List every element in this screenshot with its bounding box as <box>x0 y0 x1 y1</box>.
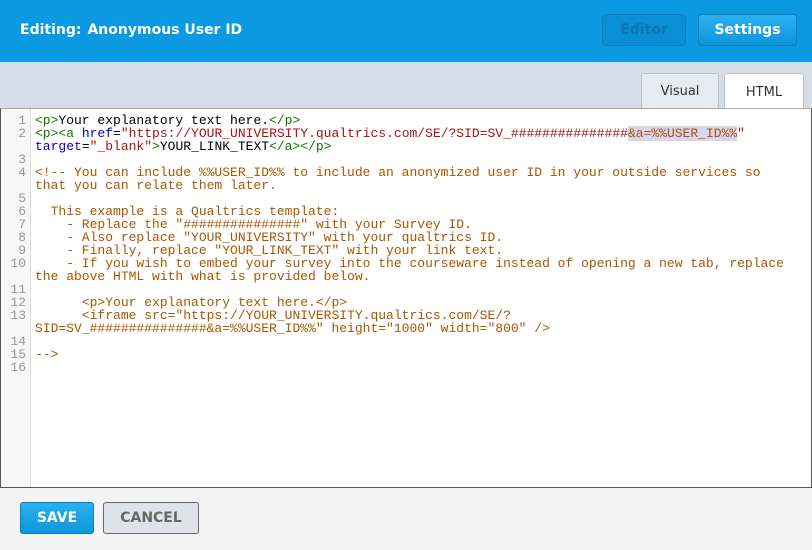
html-code-editor[interactable]: 1 <p>Your explanatory text here.</p> 2 <p><… <box>0 108 812 488</box>
line-number: 4 <box>18 165 26 180</box>
code-token: that you can relate them later. <box>35 178 277 193</box>
save-button[interactable]: SAVE <box>20 502 94 534</box>
code-token: SID=SV_###############&a=%%USER_ID%%" he… <box>35 321 550 336</box>
line-number: 10 <box>10 256 26 271</box>
line-number: 2 <box>18 126 26 141</box>
code-line[interactable]: 15 --> <box>1 348 811 361</box>
editing-label: Editing: <box>20 22 82 38</box>
code-token: > <box>152 139 160 154</box>
code-text: SID=SV_###############&a=%%USER_ID%%" he… <box>35 322 550 335</box>
code-token: " <box>737 126 745 141</box>
code-line[interactable]: 16 <box>1 361 811 374</box>
code-token: target <box>35 139 82 154</box>
code-token: the above HTML with what is provided bel… <box>35 269 371 284</box>
code-token: --> <box>35 347 59 362</box>
code-text: that you can relate them later. <box>35 179 277 192</box>
tab-visual[interactable]: Visual <box>641 73 719 109</box>
code-line[interactable]: that you can relate them later. <box>1 179 811 192</box>
tab-html[interactable]: HTML <box>724 73 804 110</box>
code-text: --> <box>35 348 58 361</box>
editor-button[interactable]: Editor <box>602 14 686 46</box>
code-text: target="_blank">YOUR_LINK_TEXT</a></p> <box>35 140 332 153</box>
line-number: 16 <box>10 360 26 375</box>
item-title: Anonymous User ID <box>87 22 243 38</box>
tab-bar: Visual HTML <box>0 62 812 110</box>
settings-button[interactable]: Settings <box>698 14 797 46</box>
code-token: </a></p> <box>269 139 332 154</box>
code-token: "_blank" <box>89 139 153 154</box>
code-line[interactable]: target="_blank">YOUR_LINK_TEXT</a></p> <box>1 140 811 153</box>
code-line[interactable]: the above HTML with what is provided bel… <box>1 270 811 283</box>
code-line[interactable]: 14 <box>1 335 811 348</box>
cancel-button[interactable]: CANCEL <box>103 502 199 534</box>
line-number: 13 <box>10 308 26 323</box>
selected-text: &a=%%USER_ID%% <box>627 126 738 141</box>
code-line[interactable]: SID=SV_###############&a=%%USER_ID%%" he… <box>1 322 811 335</box>
code-token: = <box>81 139 90 154</box>
code-token: YOUR_LINK_TEXT <box>159 139 270 154</box>
header-bar: Editing: Anonymous User ID Editor Setting… <box>0 0 812 62</box>
code-lines[interactable]: 1 <p>Your explanatory text here.</p> 2 <p><… <box>1 114 811 374</box>
page-title: Editing: Anonymous User ID <box>20 22 248 38</box>
code-text: the above HTML with what is provided bel… <box>35 270 370 283</box>
